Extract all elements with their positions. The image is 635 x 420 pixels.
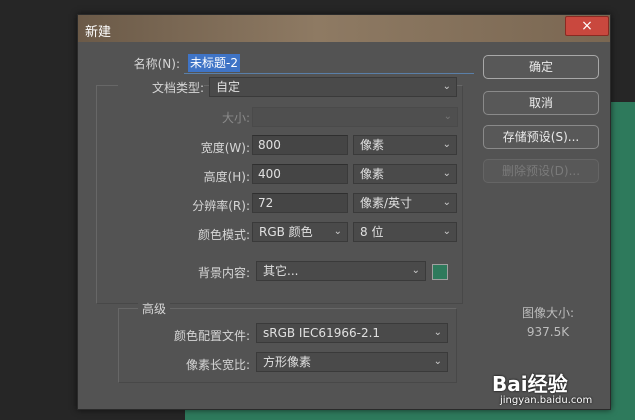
chevron-down-icon: ⌄: [442, 139, 451, 150]
width-input[interactable]: 800: [252, 135, 348, 155]
delete-preset-button[interactable]: 删除预设(D)...: [483, 159, 599, 183]
background-select[interactable]: 其它... ⌄: [256, 261, 426, 281]
new-document-dialog: 新建 × 名称(N): 未标题-2 文档类型: 自定 ⌄ 大小: ⌄ 宽度(W)…: [77, 14, 611, 410]
background-value: 其它...: [263, 264, 299, 278]
doc-type-value: 自定: [216, 80, 241, 94]
chevron-down-icon: ⌄: [433, 327, 442, 338]
bit-depth-select[interactable]: 8 位 ⌄: [353, 222, 457, 242]
chevron-down-icon: ⌄: [442, 226, 451, 237]
chevron-down-icon: ⌄: [442, 197, 451, 208]
chevron-down-icon: ⌄: [443, 111, 452, 122]
height-label: 高度(H):: [203, 170, 250, 184]
background-color-swatch[interactable]: [432, 264, 448, 280]
chevron-down-icon: ⌄: [442, 81, 451, 92]
image-size-value: 937.5K: [526, 325, 570, 339]
color-profile-select[interactable]: sRGB IEC61966-2.1 ⌄: [256, 323, 448, 343]
dialog-title: 新建: [85, 25, 112, 40]
chevron-down-icon: ⌄: [411, 265, 420, 276]
height-unit-value: 像素: [360, 167, 385, 181]
bit-depth-value: 8 位: [360, 225, 384, 239]
dialog-titlebar[interactable]: 新建 ×: [78, 15, 610, 42]
height-input[interactable]: 400: [252, 164, 348, 184]
name-input[interactable]: 未标题-2: [184, 53, 474, 74]
ok-button[interactable]: 确定: [483, 55, 599, 79]
resolution-input[interactable]: 72: [252, 193, 348, 213]
name-value: 未标题-2: [188, 54, 240, 72]
size-select[interactable]: ⌄: [252, 107, 458, 127]
resolution-label: 分辨率(R):: [192, 199, 250, 213]
chevron-down-icon: ⌄: [333, 226, 342, 237]
name-label: 名称(N):: [133, 57, 180, 71]
close-icon: ×: [581, 18, 593, 34]
width-unit-value: 像素: [360, 138, 385, 152]
pixel-aspect-value: 方形像素: [263, 355, 312, 369]
color-mode-label: 颜色模式:: [197, 228, 250, 242]
background-label: 背景内容:: [197, 266, 250, 280]
save-preset-button[interactable]: 存储预设(S)...: [483, 125, 599, 149]
advanced-heading: 高级: [138, 300, 170, 317]
doc-type-select[interactable]: 自定 ⌄: [209, 77, 457, 97]
chevron-down-icon: ⌄: [442, 168, 451, 179]
resolution-unit-select[interactable]: 像素/英寸 ⌄: [353, 193, 457, 213]
color-profile-label: 颜色配置文件:: [173, 329, 250, 343]
height-unit-select[interactable]: 像素 ⌄: [353, 164, 457, 184]
resolution-unit-value: 像素/英寸: [360, 196, 413, 210]
width-unit-select[interactable]: 像素 ⌄: [353, 135, 457, 155]
color-mode-select[interactable]: RGB 颜色 ⌄: [252, 222, 348, 242]
watermark: Bai经验 jingyan.baidu.com: [492, 368, 612, 408]
pixel-aspect-label: 像素长宽比:: [185, 358, 250, 372]
size-label: 大小:: [221, 111, 250, 125]
watermark-brand: Bai经验: [492, 372, 568, 396]
cancel-button[interactable]: 取消: [483, 91, 599, 115]
color-profile-value: sRGB IEC61966-2.1: [263, 326, 381, 340]
doc-type-label: 文档类型:: [118, 79, 204, 96]
width-label: 宽度(W):: [200, 141, 250, 155]
chevron-down-icon: ⌄: [433, 356, 442, 367]
image-size-label: 图像大小:: [521, 306, 575, 320]
color-mode-value: RGB 颜色: [259, 225, 313, 239]
close-button[interactable]: ×: [565, 16, 609, 36]
watermark-url: jingyan.baidu.com: [500, 395, 593, 406]
pixel-aspect-select[interactable]: 方形像素 ⌄: [256, 352, 448, 372]
